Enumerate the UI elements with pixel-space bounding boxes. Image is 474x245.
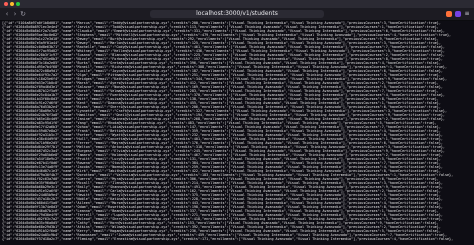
back-icon[interactable]: ‹ xyxy=(3,10,11,18)
forward-icon[interactable]: › xyxy=(11,10,19,18)
toolbar-right-icons: ≡ xyxy=(446,10,470,18)
json-line: {"id":"6264d5d6b7f57d18a2c7","name":"Fle… xyxy=(2,237,454,241)
minimize-window-icon[interactable] xyxy=(10,2,14,6)
firefox-icon[interactable] xyxy=(446,11,452,17)
window-titlebar xyxy=(0,0,474,8)
shield-icon[interactable] xyxy=(455,11,461,17)
maximize-window-icon[interactable] xyxy=(16,2,20,6)
url-bar[interactable]: localhost:3000/v1/students xyxy=(150,10,324,18)
json-response-body: [{"id":"5104a8b97a0f1b8d001","name":"Mar… xyxy=(0,21,474,245)
menu-icon[interactable]: ≡ xyxy=(464,11,470,17)
reload-icon[interactable]: ↻ xyxy=(19,10,27,18)
close-window-icon[interactable] xyxy=(4,2,8,6)
